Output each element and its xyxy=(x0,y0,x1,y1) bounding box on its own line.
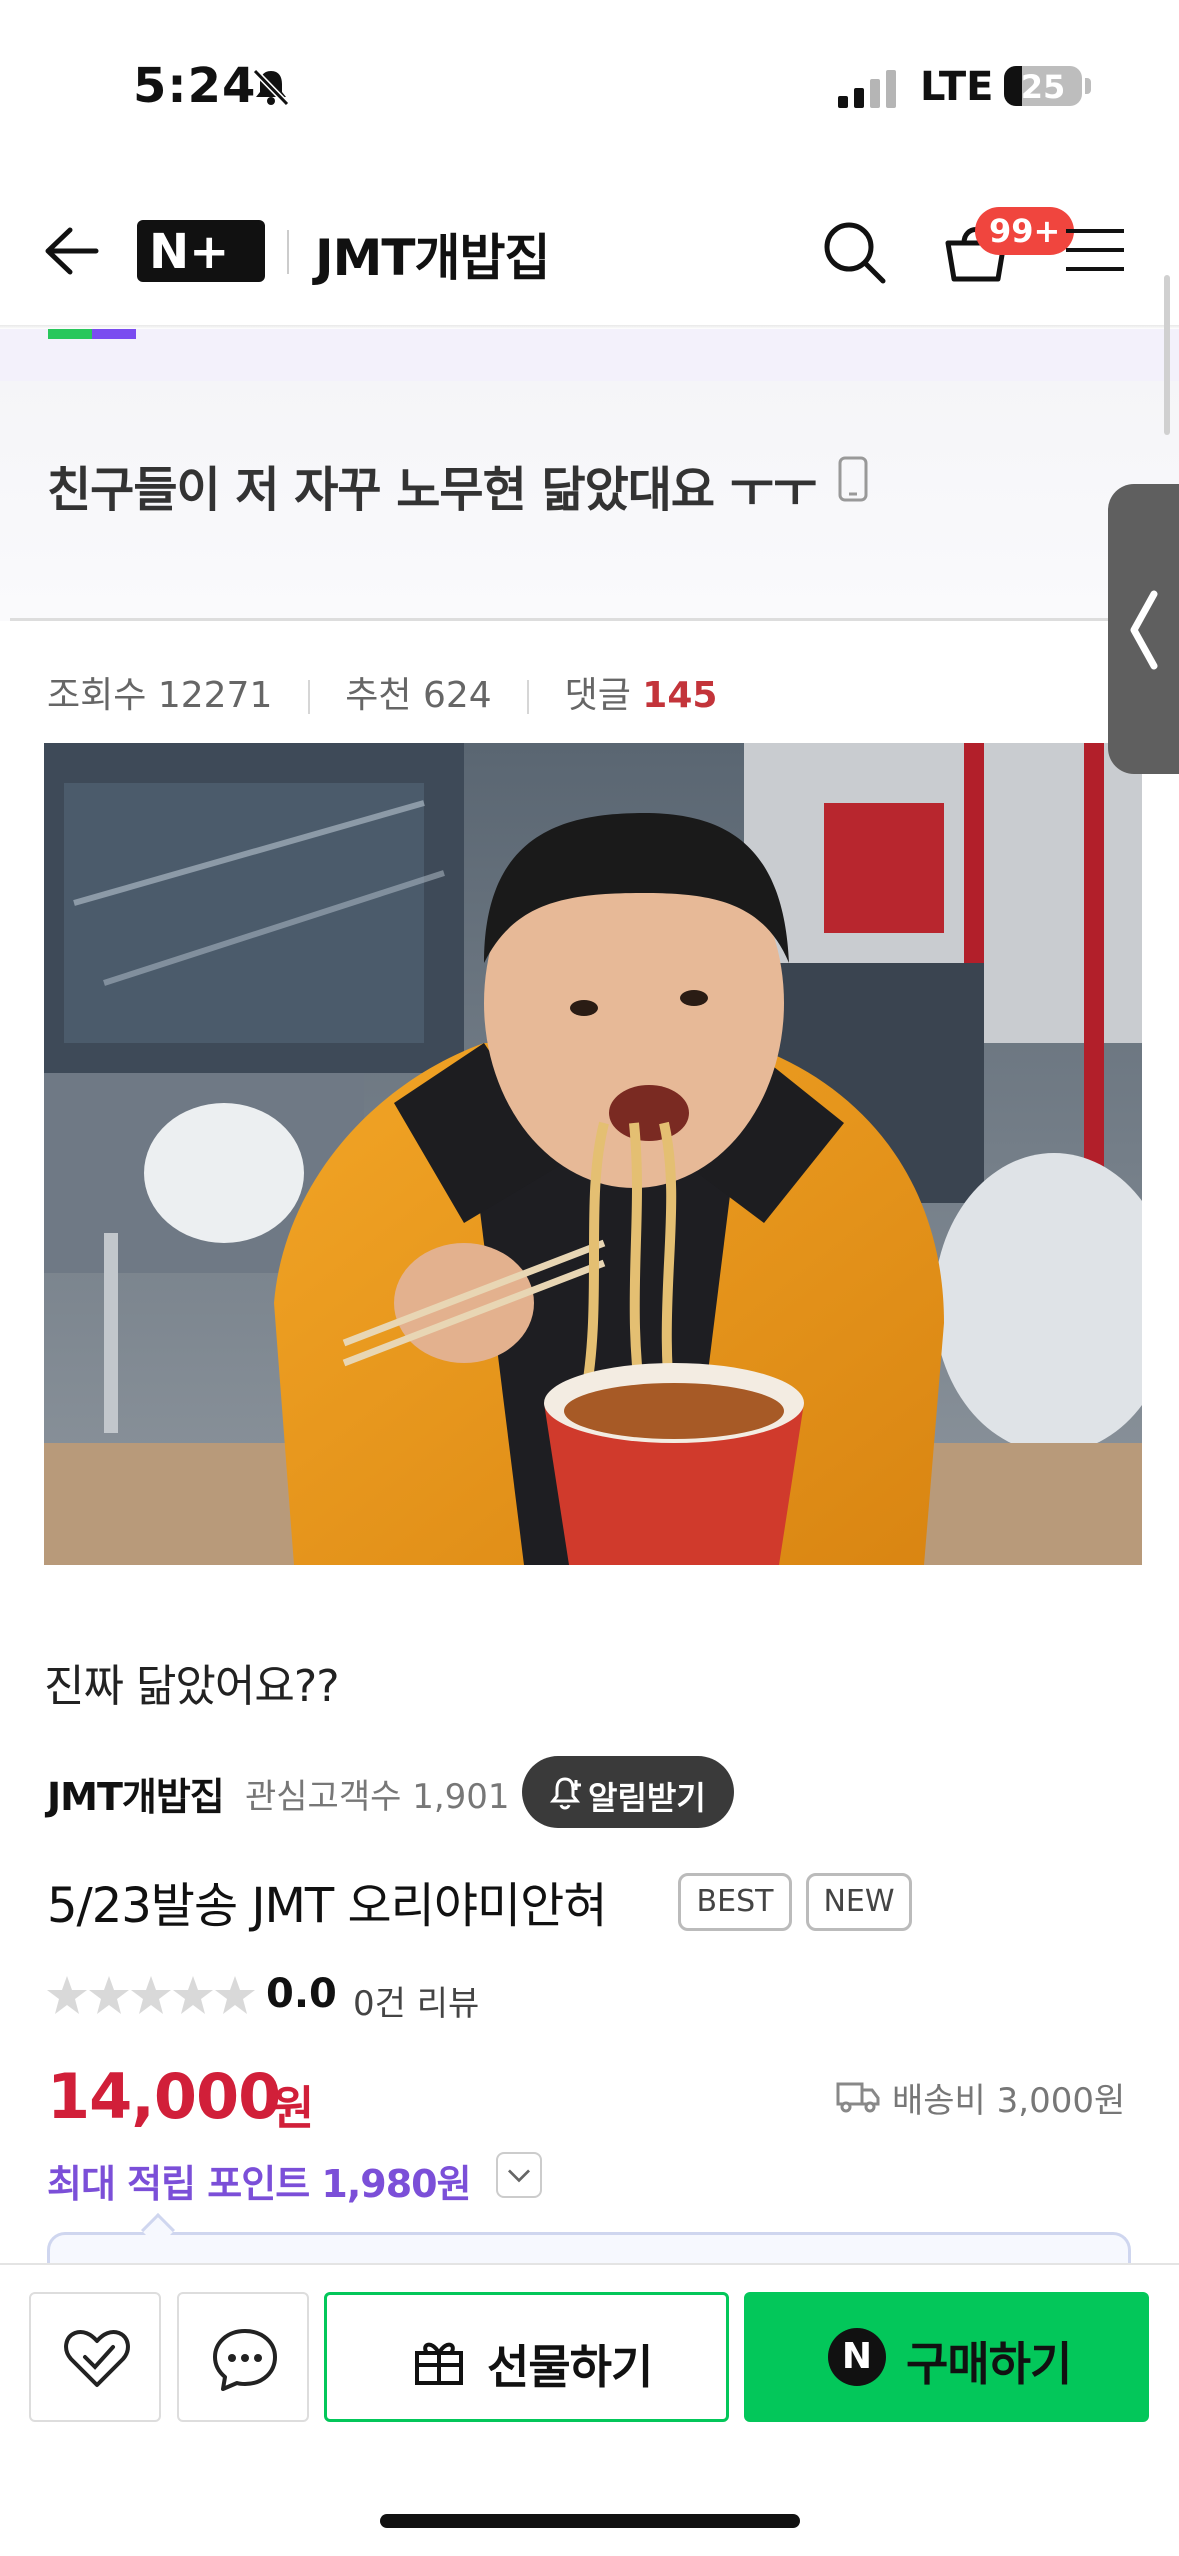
views-label: 조회수 xyxy=(47,675,147,716)
post-caption: 진짜 닮았어요?? xyxy=(44,1661,340,1712)
delivery-truck-icon xyxy=(836,2082,880,2113)
search-icon[interactable] xyxy=(820,218,888,286)
naver-plus-logo[interactable]: N+ xyxy=(137,220,265,282)
followers-count: 1,901 xyxy=(412,1777,510,1817)
header-divider xyxy=(287,230,289,274)
battery-icon: 25 xyxy=(1004,66,1082,106)
network-type: LTE xyxy=(920,64,994,110)
product-title: 5/23발송 JMT 오리야미안혀 xyxy=(47,1878,607,1934)
promo-accent-purple xyxy=(92,329,136,339)
chevron-down-icon[interactable] xyxy=(496,2152,542,2198)
naver-pay-icon: N xyxy=(828,2328,886,2386)
battery-cap xyxy=(1085,78,1091,94)
subscribe-alert-button[interactable]: 알림받기 xyxy=(522,1756,734,1828)
price-currency: 원 xyxy=(272,2081,315,2135)
gift-button[interactable]: 선물하기 xyxy=(324,2292,729,2422)
buy-label: 구매하기 xyxy=(906,2337,1072,2391)
buy-button[interactable]: N 구매하기 xyxy=(744,2292,1149,2422)
comments-label: 댓글 xyxy=(564,675,631,716)
back-arrow-icon[interactable] xyxy=(42,226,100,276)
gift-label: 선물하기 xyxy=(487,2340,653,2394)
cart-count-badge: 99+ xyxy=(975,207,1075,255)
mobile-phone-icon xyxy=(838,456,868,502)
alert-label: 알림받기 xyxy=(588,1779,706,1817)
rating-score: 0.0 xyxy=(266,1971,337,2017)
post-meta: 조회수 12271 추천 624 댓글 145 xyxy=(47,666,717,718)
gift-box-icon xyxy=(415,2342,463,2385)
shipping-fee: 배송비 3,000원 xyxy=(892,2081,1126,2121)
signal-icon xyxy=(838,70,896,108)
views-count: 12271 xyxy=(157,675,273,716)
post-photo[interactable] xyxy=(44,743,1142,1565)
post-divider xyxy=(10,618,1170,621)
promo-accent-green xyxy=(48,329,92,339)
post-title: 친구들이 저 자꾸 노무현 닮았대요 ㅜㅜ xyxy=(47,462,817,518)
likes-count: 624 xyxy=(422,675,492,716)
status-time: 5:24 xyxy=(133,58,257,114)
seller-name[interactable]: JMT개밥집 xyxy=(47,1766,225,1821)
talk-button[interactable] xyxy=(177,2292,309,2422)
new-badge: NEW xyxy=(806,1873,912,1931)
wishlist-button[interactable] xyxy=(29,2292,161,2422)
status-bar: 5:24 LTE 25 xyxy=(0,0,1179,170)
comments-count: 145 xyxy=(642,675,718,716)
scrollbar[interactable] xyxy=(1164,275,1170,435)
home-indicator[interactable] xyxy=(380,2514,800,2528)
rating-stars xyxy=(47,1976,255,2014)
chat-bubble-icon xyxy=(213,2329,277,2391)
battery-level: 25 xyxy=(1020,68,1066,106)
review-count[interactable]: 0건 리뷰 xyxy=(353,1976,479,2025)
product-price: 14,000 xyxy=(47,2060,281,2133)
seller-followers: 관심고객수 1,901 xyxy=(245,1769,510,1818)
chevron-left-icon[interactable] xyxy=(1128,590,1158,670)
store-title[interactable]: JMT개밥집 xyxy=(315,218,550,290)
promo-banner-strip[interactable] xyxy=(0,329,1179,381)
likes-label: 추천 xyxy=(345,675,412,716)
hamburger-menu-icon[interactable] xyxy=(1064,225,1126,275)
bell-slash-icon xyxy=(252,68,290,107)
best-badge: BEST xyxy=(678,1873,792,1931)
logo-text: N+ xyxy=(149,224,230,280)
bell-plus-icon xyxy=(550,1777,581,1810)
heart-check-icon xyxy=(64,2330,130,2387)
followers-label: 관심고객수 xyxy=(245,1777,402,1817)
reward-points: 최대 적립 포인트 1,980원 xyxy=(47,2162,472,2206)
